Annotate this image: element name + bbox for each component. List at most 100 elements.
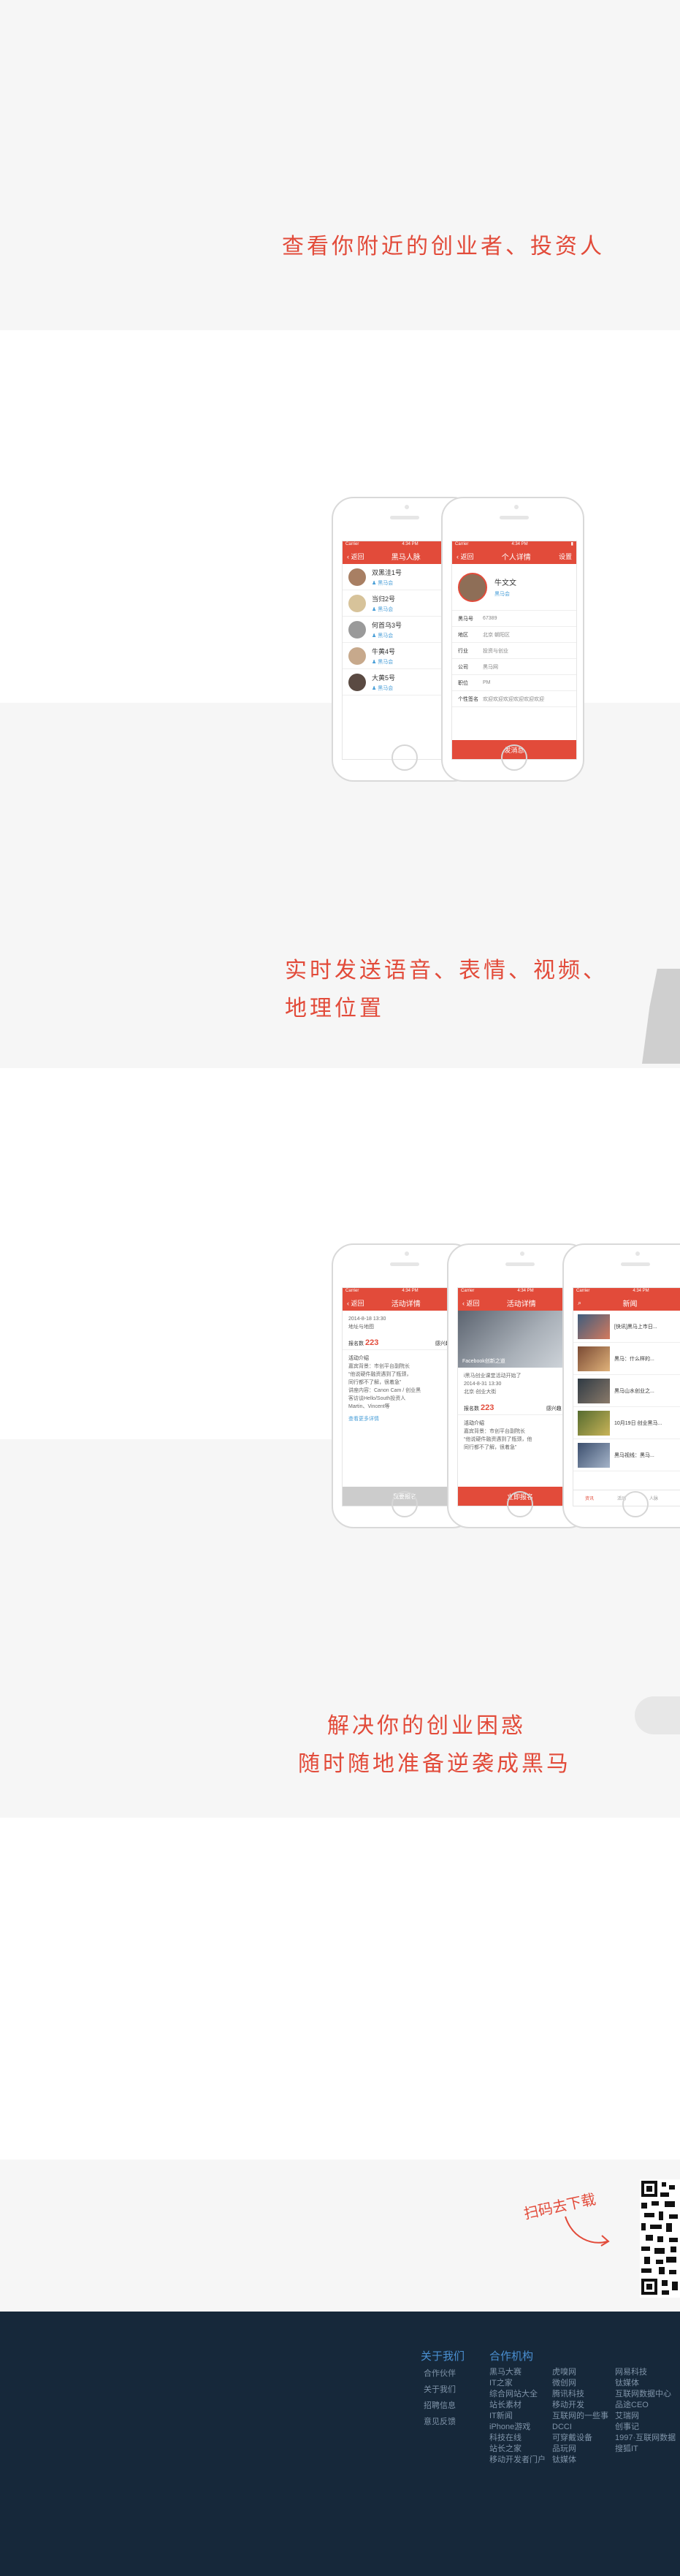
contact-sub: ♟ 黑马会 bbox=[372, 633, 394, 639]
intro-line: “他说硬件融资遇到了瓶颈，他 bbox=[464, 1437, 532, 1442]
news-thumbnail bbox=[578, 1442, 610, 1468]
carrier-label: Carrier bbox=[345, 542, 359, 546]
partner-link[interactable]: 钛媒体 bbox=[615, 2378, 639, 2389]
news-thumbnail bbox=[578, 1314, 610, 1339]
news-navbar: ⌕ 新闻 bbox=[573, 1295, 680, 1311]
profile-row: 职位 PM bbox=[452, 675, 576, 691]
interest-label: 感兴趣 bbox=[546, 1406, 562, 1411]
clock-label: 4:34 PM bbox=[517, 1289, 534, 1293]
partner-link[interactable]: IT新闻 bbox=[489, 2411, 513, 2422]
news-screen: Carrier 4:34 PM ▮ ⌕ 新闻 [快讯]黑马上市日... 黑马：什… bbox=[573, 1287, 680, 1506]
home-button bbox=[622, 1491, 649, 1517]
news-item-title: 黑马视线：黑马... bbox=[614, 1452, 654, 1458]
partner-link[interactable]: 虎嗅网 bbox=[552, 2367, 576, 2378]
back-label: 返回 bbox=[466, 1299, 480, 1307]
footer-about-link[interactable]: 关于我们 bbox=[424, 2385, 456, 2396]
partner-link[interactable]: 品玩网 bbox=[552, 2444, 576, 2455]
partner-link[interactable]: 艾瑞网 bbox=[615, 2411, 639, 2422]
avatar bbox=[348, 620, 366, 639]
back-button[interactable]: ‹ 返回 bbox=[347, 552, 364, 561]
phone-speaker bbox=[500, 516, 529, 519]
search-icon[interactable]: ⌕ bbox=[578, 1299, 581, 1307]
phone-camera bbox=[514, 505, 519, 509]
tab-contacts[interactable]: 人脉 bbox=[649, 1495, 658, 1501]
voice-headline-line2: 地理位置 bbox=[285, 997, 384, 1021]
row-value: 67389 bbox=[483, 616, 497, 621]
news-item[interactable]: 黑马：什么样的... bbox=[573, 1343, 680, 1375]
partner-link[interactable]: 1997·互联网数据 bbox=[615, 2433, 676, 2444]
partner-link[interactable]: 移动开发者门户 bbox=[489, 2455, 546, 2466]
footer-about-link[interactable]: 合作伙伴 bbox=[424, 2369, 456, 2379]
home-button bbox=[391, 1491, 418, 1517]
footer-about-link[interactable]: 意见反馈 bbox=[424, 2417, 456, 2428]
news-item[interactable]: 黑马山水创业之... bbox=[573, 1375, 680, 1407]
profile-row: 公司 黑马网 bbox=[452, 659, 576, 675]
news-item-title: 黑马：什么样的... bbox=[614, 1356, 654, 1362]
partner-link[interactable]: 网易科技 bbox=[615, 2367, 647, 2378]
contacts-title: 黑马人脉 bbox=[391, 553, 421, 562]
tab-news[interactable]: 资讯 bbox=[585, 1495, 594, 1501]
spacer-section bbox=[0, 1818, 680, 2160]
row-key: 地区 bbox=[458, 632, 468, 638]
partner-link[interactable]: 综合网站大全 bbox=[489, 2389, 538, 2400]
intro-line: 嘉宾背景：市创平台副院长 bbox=[348, 1364, 410, 1369]
row-key: 个性签名 bbox=[458, 696, 478, 702]
avatar bbox=[348, 647, 366, 665]
news-item-title: [快讯]黑马上市日... bbox=[614, 1324, 657, 1330]
phone-camera bbox=[520, 1251, 524, 1256]
partner-link[interactable]: 搜狐IT bbox=[615, 2444, 638, 2455]
phone-speaker bbox=[621, 1262, 650, 1266]
news-item[interactable]: 黑马视线：黑马... bbox=[573, 1439, 680, 1471]
avatar bbox=[348, 594, 366, 612]
partner-link[interactable]: 品途CEO bbox=[615, 2400, 649, 2411]
contact-name: 牛黄4号 bbox=[372, 647, 396, 655]
intro-line: 讲座内容：Canon Cam / 创业黑 bbox=[348, 1388, 421, 1393]
partner-link[interactable]: DCCI bbox=[552, 2422, 572, 2433]
signup-stat: 报名数 223 bbox=[348, 1338, 378, 1347]
footer-about-link[interactable]: 招聘信息 bbox=[424, 2401, 456, 2412]
photo-caption: Facebook创新之道 bbox=[462, 1359, 505, 1364]
partner-link[interactable]: 钛媒体 bbox=[552, 2455, 576, 2466]
news-item-title: 黑马山水创业之... bbox=[614, 1388, 654, 1394]
qr-code-icon[interactable] bbox=[640, 2179, 680, 2298]
back-label: 返回 bbox=[351, 552, 364, 560]
intro-line: 客访谈Hello/South投资人 bbox=[348, 1396, 406, 1401]
row-key: 公司 bbox=[458, 664, 468, 670]
phone-camera bbox=[405, 505, 409, 509]
partner-link[interactable]: IT之家 bbox=[489, 2378, 513, 2389]
contact-group: 黑马会 bbox=[378, 659, 394, 665]
carrier-label: Carrier bbox=[455, 542, 469, 546]
partner-link[interactable]: 微创网 bbox=[552, 2378, 576, 2389]
more-link[interactable]: 查看更多详情 bbox=[348, 1415, 461, 1423]
intro-title: 活动介绍 bbox=[464, 1421, 484, 1426]
signup-stat: 报名数 223 bbox=[464, 1403, 494, 1412]
partner-link[interactable]: 站长之家 bbox=[489, 2444, 522, 2455]
back-button[interactable]: ‹ 返回 bbox=[456, 552, 474, 561]
partner-link[interactable]: 创事记 bbox=[615, 2422, 639, 2433]
partner-link[interactable]: 黑马大赛 bbox=[489, 2367, 522, 2378]
row-value: 欢迎欢迎欢迎欢迎欢迎欢迎 bbox=[483, 696, 544, 702]
contact-sub: ♟ 黑马会 bbox=[372, 580, 394, 586]
partner-link[interactable]: 站长素材 bbox=[489, 2400, 522, 2411]
partner-link[interactable]: 互联网数据中心 bbox=[615, 2389, 671, 2400]
contact-name: 大黄5号 bbox=[372, 674, 396, 682]
news-thumbnail bbox=[578, 1346, 610, 1371]
news-item[interactable]: 10月19日 创业黑马... bbox=[573, 1407, 680, 1439]
event-title: 活动详情 bbox=[506, 1300, 536, 1308]
avatar bbox=[458, 572, 487, 602]
partner-link[interactable]: 可穿戴设备 bbox=[552, 2433, 592, 2444]
contact-group: 黑马会 bbox=[378, 685, 394, 691]
event-meta-line: 北京·创业大街 bbox=[464, 1390, 497, 1395]
status-bar: Carrier 4:34 PM ▮ bbox=[452, 541, 576, 548]
settings-button[interactable]: 设置 bbox=[559, 552, 572, 561]
row-value: 黑马网 bbox=[483, 664, 498, 670]
partner-link[interactable]: iPhone游戏 bbox=[489, 2422, 530, 2433]
partner-link[interactable]: 腾讯科技 bbox=[552, 2389, 584, 2400]
contact-sub: ♟ 黑马会 bbox=[372, 606, 394, 612]
back-button[interactable]: ‹ 返回 bbox=[347, 1298, 364, 1308]
partner-link[interactable]: 科技在线 bbox=[489, 2433, 522, 2444]
partner-link[interactable]: 移动开发 bbox=[552, 2400, 584, 2411]
partner-link[interactable]: 互联网的一些事 bbox=[552, 2411, 608, 2422]
back-button[interactable]: ‹ 返回 bbox=[462, 1298, 480, 1308]
news-item[interactable]: [快讯]黑马上市日... bbox=[573, 1311, 680, 1343]
